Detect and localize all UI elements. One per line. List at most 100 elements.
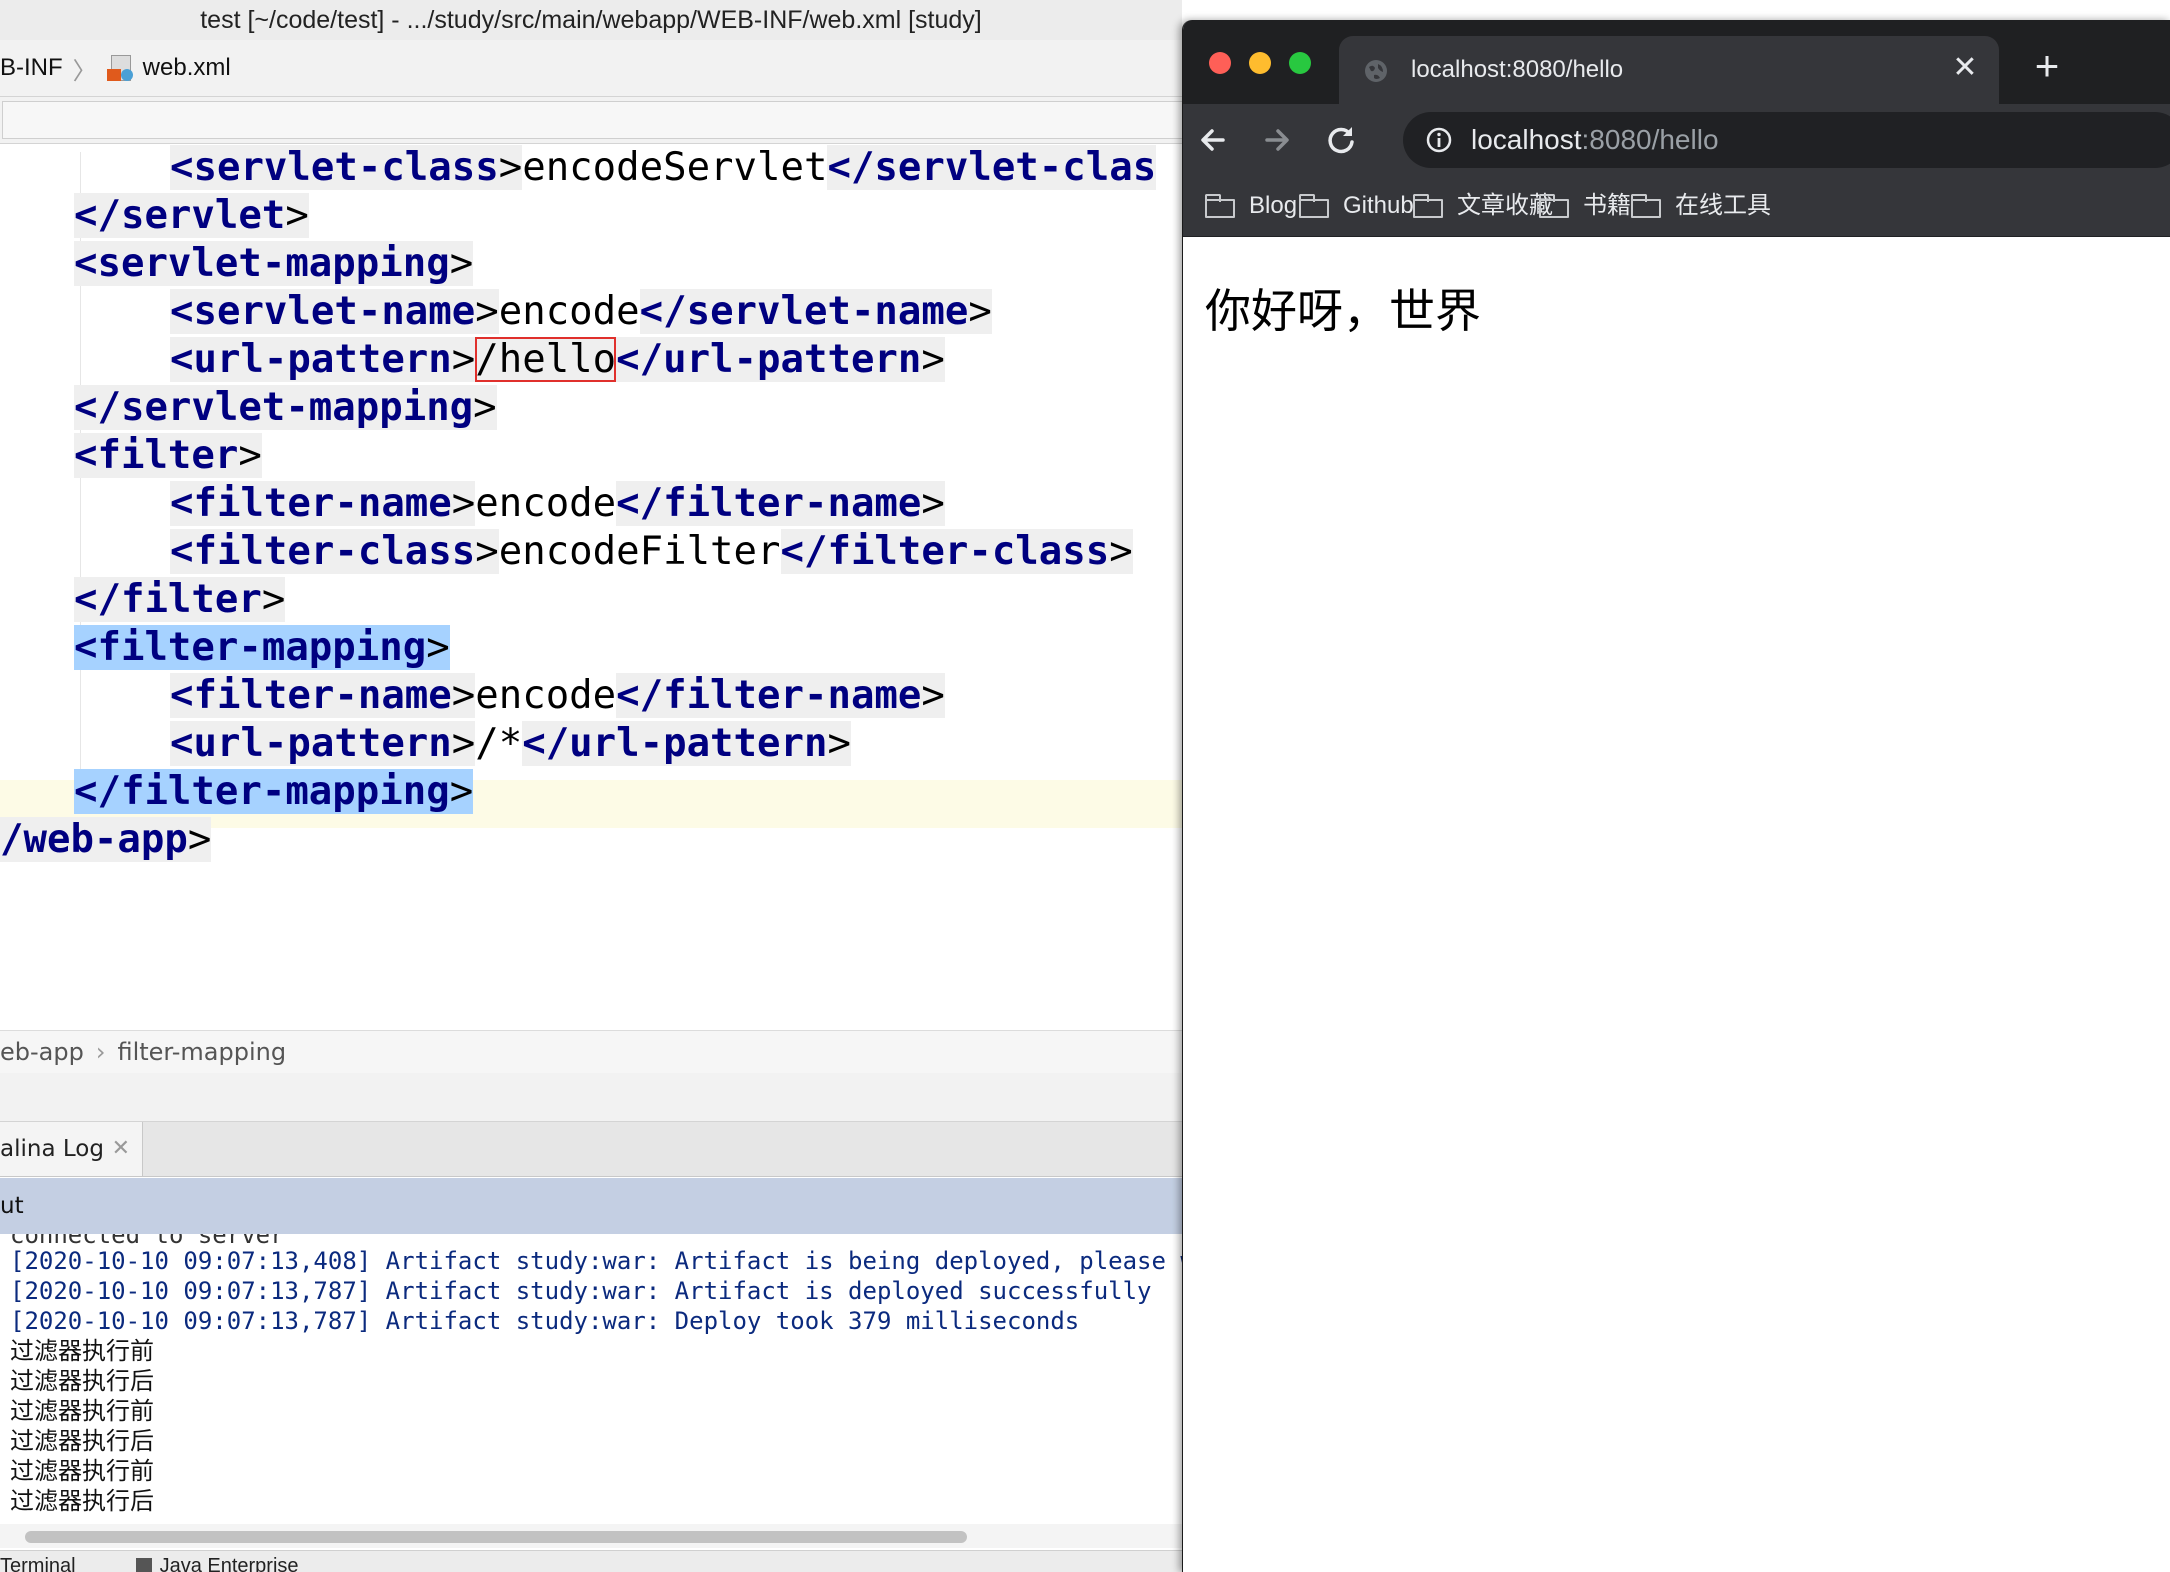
tag-background: <url-pattern>/hello</url-pattern> [170, 337, 945, 382]
bookmark-online-tools[interactable]: 在线工具 [1631, 176, 1771, 236]
xml-tag: > [921, 481, 945, 526]
bookmark-label: Blog [1249, 192, 1298, 219]
editor-tab-strip [0, 97, 1182, 144]
xml-tag: <url-pattern [170, 721, 452, 766]
address-url[interactable]: localhost:8080/hello [1471, 112, 1719, 168]
folder-icon [1413, 194, 1443, 218]
window-zoom-button[interactable] [1289, 52, 1311, 74]
code-editor[interactable]: <servlet-class>encodeServlet</servlet-cl… [0, 144, 1182, 1030]
address-bar[interactable]: localhost:8080/hello [1403, 112, 2170, 168]
matched-tag-highlight: </filter-mapping> [74, 769, 474, 814]
bookmark-articles[interactable]: 文章收藏 [1413, 176, 1553, 236]
xml-tag: > [475, 289, 499, 334]
breadcrumb-arrow-icon: › [95, 1038, 106, 1066]
code-text: encode [475, 481, 617, 526]
tag-background: <filter-name>encode</filter-name> [170, 673, 945, 718]
xml-tag: > [449, 769, 474, 814]
xml-tag: </servlet [74, 193, 286, 238]
new-tab-button[interactable]: + [2025, 45, 2069, 90]
xml-tag: > [451, 481, 476, 526]
xml-tag: </servlet-name [639, 289, 969, 334]
xml-tag: > [968, 289, 992, 334]
selected-url-pattern: /hello [475, 337, 617, 382]
xml-tag: <url-pattern [170, 337, 452, 382]
horizontal-scrollbar-thumb[interactable] [25, 1531, 967, 1543]
code-text: encodeFilter [498, 529, 781, 574]
xml-tag: <filter-name [170, 673, 452, 718]
tag-background: </servlet> [74, 193, 309, 238]
console-filter-line: 过滤器执行后 [10, 1487, 154, 1515]
info-icon[interactable] [1425, 126, 1453, 154]
ide-window: test [~/code/test] - .../study/src/main/… [0, 0, 1182, 1572]
console-output[interactable]: connected to server [2020-10-10 09:07:13… [0, 1234, 1182, 1524]
xml-tag: > [451, 721, 476, 766]
tag-background: </filter> [74, 577, 286, 622]
xml-tag: > [827, 721, 851, 766]
tag-background: <url-pattern>/*</url-pattern> [170, 721, 851, 766]
xml-tag: <filter-name [170, 481, 452, 526]
url-path: :8080/hello [1581, 124, 1719, 155]
bookmark-blog[interactable]: Blog [1205, 176, 1297, 236]
bookmark-github[interactable]: Github [1299, 176, 1414, 236]
close-tab-icon[interactable]: ✕ [1951, 53, 1979, 83]
console-filter-line: 过滤器执行前 [10, 1397, 154, 1425]
nav-folder-webinf[interactable]: B-INF [0, 54, 63, 82]
bookmark-label: 书籍 [1583, 192, 1631, 219]
xml-tag: <servlet-mapping [74, 241, 450, 286]
run-tabs-bar: alina Log ✕ [0, 1122, 1182, 1177]
forward-arrow-icon[interactable] [1255, 118, 1299, 162]
window-close-button[interactable] [1209, 52, 1231, 74]
ide-bottom-toolbar: Terminal Java Enterprise [0, 1550, 1182, 1572]
browser-toolbar: localhost:8080/hello [1183, 104, 2170, 176]
java-enterprise-tab[interactable]: Java Enterprise [160, 1555, 299, 1572]
xml-file-icon [106, 55, 133, 81]
xml-tag: > [451, 337, 476, 382]
tag-background: <servlet-name>encode</servlet-name> [170, 289, 992, 334]
code-line: <servlet-mapping> [74, 240, 474, 288]
tag-background: </servlet-mapping> [74, 385, 497, 430]
nav-file-webxml[interactable]: web.xml [143, 54, 231, 82]
tag-background: <servlet-class>encodeServlet</servlet-cl… [170, 145, 1157, 190]
bookmark-books[interactable]: 书籍 [1539, 176, 1631, 236]
xml-tag: <servlet-name [170, 289, 476, 334]
code-line: <filter-name>encode</filter-name> [170, 672, 945, 720]
code-line: </servlet> [74, 192, 309, 240]
output-header[interactable]: ut [0, 1178, 1182, 1234]
terminal-tab[interactable]: Terminal [0, 1555, 76, 1572]
xml-tag: > [475, 529, 499, 574]
run-toolbar [0, 1073, 1182, 1122]
code-text: encode [498, 289, 640, 334]
browser-tab-active[interactable]: localhost:8080/hello ✕ [1339, 36, 1999, 104]
close-icon[interactable]: ✕ [112, 1122, 130, 1176]
xml-tag: > [921, 337, 945, 382]
code-line: /web-app> [0, 816, 212, 864]
bookmarks-bar: Blog Github 文章收藏 书籍 在线工具 [1183, 176, 2170, 237]
xml-tag: > [187, 817, 212, 862]
xml-tag: </filter-name [616, 481, 922, 526]
breadcrumb-filter-mapping[interactable]: filter-mapping [117, 1038, 286, 1066]
code-line: </filter-mapping> [74, 768, 474, 816]
xml-tag: </url-pattern [522, 721, 828, 766]
browser-window: localhost:8080/hello ✕ + localhost:8080/… [1182, 20, 2170, 1572]
xml-tag: </filter [74, 577, 262, 622]
xml-tag: /web-app [0, 817, 188, 862]
globe-icon [1365, 60, 1387, 82]
code-line: <url-pattern>/*</url-pattern> [170, 720, 851, 768]
reload-icon[interactable] [1319, 118, 1363, 162]
code-text: /* [475, 721, 523, 766]
console-filter-line: 过滤器执行前 [10, 1337, 154, 1365]
tab-catalina-log-label: alina Log [0, 1136, 104, 1162]
back-arrow-icon[interactable] [1191, 118, 1235, 162]
tag-background: <servlet-mapping> [74, 241, 474, 286]
folder-icon [1299, 194, 1329, 218]
code-line: <servlet-name>encode</servlet-name> [170, 288, 992, 336]
xml-tag: > [285, 193, 309, 238]
window-minimize-button[interactable] [1249, 52, 1271, 74]
code-line: </servlet-mapping> [74, 384, 497, 432]
tab-catalina-log[interactable]: alina Log ✕ [0, 1122, 143, 1176]
breadcrumb-web-app[interactable]: eb-app [0, 1038, 84, 1066]
nav-separator-icon: 〉 [72, 57, 97, 85]
code-line: </filter> [74, 576, 286, 624]
xml-tag: > [498, 145, 523, 190]
xml-tag: <filter-mapping [74, 625, 427, 670]
